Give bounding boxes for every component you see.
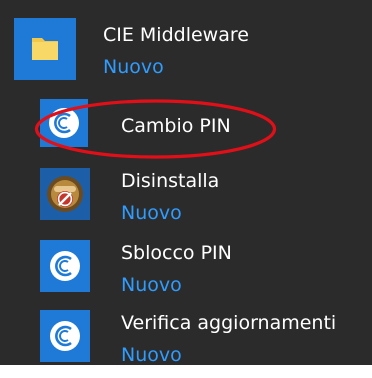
menu-item-disinstalla[interactable]: Disinstalla Nuovo	[0, 162, 372, 234]
group-badge: Nuovo	[103, 56, 164, 78]
sblocco-pin-badge: Nuovo	[121, 274, 182, 296]
verifica-aggiornamenti-tile	[40, 310, 90, 362]
folder-tile	[14, 18, 76, 80]
disinstalla-badge: Nuovo	[121, 202, 182, 224]
cie-logo-icon	[50, 321, 80, 351]
sblocco-pin-label: Sblocco PIN	[121, 242, 232, 264]
menu-item-verifica-aggiornamenti[interactable]: Verifica aggiornamenti Nuovo	[0, 306, 372, 378]
cie-logo-icon	[49, 108, 79, 138]
start-menu: CIE Middleware Nuovo Cambio PIN Disinsta…	[0, 0, 372, 366]
group-title: CIE Middleware	[103, 24, 249, 46]
cambio-pin-tile	[40, 99, 88, 147]
folder-icon	[32, 38, 58, 60]
menu-item-sblocco-pin[interactable]: Sblocco PIN Nuovo	[0, 236, 372, 308]
disinstalla-tile	[40, 168, 90, 220]
menu-item-cambio-pin[interactable]: Cambio PIN	[0, 87, 372, 159]
uninstall-icon	[47, 176, 83, 212]
verifica-aggiornamenti-label: Verifica aggiornamenti	[121, 312, 337, 334]
cambio-pin-label: Cambio PIN	[121, 115, 231, 137]
verifica-aggiornamenti-badge: Nuovo	[121, 344, 182, 366]
menu-group-cie-middleware[interactable]: CIE Middleware Nuovo	[0, 0, 372, 80]
cie-logo-icon	[50, 251, 80, 281]
sblocco-pin-tile	[40, 240, 90, 292]
disinstalla-label: Disinstalla	[121, 170, 220, 192]
